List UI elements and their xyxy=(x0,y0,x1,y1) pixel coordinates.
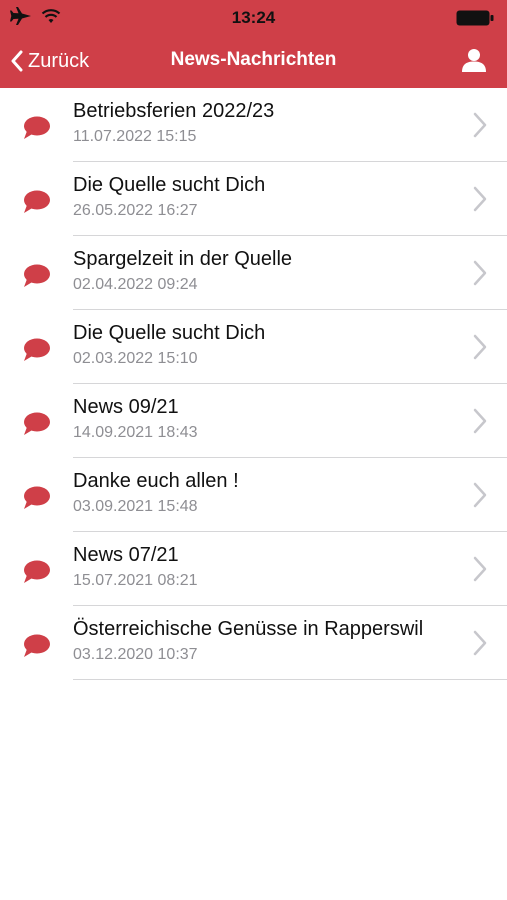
news-list-item[interactable]: Spargelzeit in der Quelle 02.04.2022 09:… xyxy=(0,236,507,310)
news-list-item[interactable]: Die Quelle sucht Dich 26.05.2022 16:27 xyxy=(0,162,507,236)
news-date: 03.12.2020 10:37 xyxy=(73,646,198,663)
user-profile-button[interactable] xyxy=(461,48,487,77)
news-date: 11.07.2022 15:15 xyxy=(73,128,197,145)
chevron-right-icon xyxy=(473,186,487,217)
user-icon xyxy=(462,49,486,72)
navigation-header: 13:24 Zurück News-Nachrichten xyxy=(0,0,507,88)
news-title: Spargelzeit in der Quelle xyxy=(73,248,293,270)
battery-icon xyxy=(456,10,494,31)
news-list-item[interactable]: Danke euch allen ! 03.09.2021 15:48 xyxy=(0,458,507,532)
speech-bubble-icon xyxy=(23,338,51,367)
news-date: 02.03.2022 15:10 xyxy=(73,350,198,367)
news-date: 26.05.2022 16:27 xyxy=(73,202,198,219)
news-title: Die Quelle sucht Dich xyxy=(73,322,266,344)
news-list: Betriebsferien 2022/23 11.07.2022 15:15 … xyxy=(0,88,507,680)
news-list-item[interactable]: News 09/21 14.09.2021 18:43 xyxy=(0,384,507,458)
news-title: Österreichische Genüsse in Rapperswil xyxy=(73,618,424,640)
status-time: 13:24 xyxy=(231,8,276,27)
news-title: Danke euch allen ! xyxy=(73,470,239,492)
news-list-item[interactable]: News 07/21 15.07.2021 08:21 xyxy=(0,532,507,606)
page-title: News-Nachrichten xyxy=(170,49,337,70)
news-date: 15.07.2021 08:21 xyxy=(73,572,198,589)
chevron-right-icon xyxy=(473,408,487,439)
news-title: News 07/21 xyxy=(73,544,179,566)
news-title: Die Quelle sucht Dich xyxy=(73,174,266,196)
speech-bubble-icon xyxy=(23,486,51,515)
speech-bubble-icon xyxy=(23,634,51,663)
news-date: 03.09.2021 15:48 xyxy=(73,498,198,515)
news-list-item[interactable]: Die Quelle sucht Dich 02.03.2022 15:10 xyxy=(0,310,507,384)
news-title: Betriebsferien 2022/23 xyxy=(73,100,275,122)
speech-bubble-icon xyxy=(23,190,51,219)
speech-bubble-icon xyxy=(23,116,51,145)
news-list-item[interactable]: Österreichische Genüsse in Rapperswil 03… xyxy=(0,606,507,680)
chevron-right-icon xyxy=(473,482,487,513)
speech-bubble-icon xyxy=(23,412,51,441)
chevron-right-icon xyxy=(473,334,487,365)
speech-bubble-icon xyxy=(23,264,51,293)
chevron-right-icon xyxy=(473,630,487,661)
chevron-right-icon xyxy=(473,112,487,143)
chevron-right-icon xyxy=(473,260,487,291)
news-date: 02.04.2022 09:24 xyxy=(73,276,198,293)
news-list-item[interactable]: Betriebsferien 2022/23 11.07.2022 15:15 xyxy=(0,88,507,162)
speech-bubble-icon xyxy=(23,560,51,589)
chevron-right-icon xyxy=(473,556,487,587)
row-separator xyxy=(73,679,507,680)
news-date: 14.09.2021 18:43 xyxy=(73,424,198,441)
status-bar: 13:24 xyxy=(0,0,507,34)
news-title: News 09/21 xyxy=(73,396,179,418)
